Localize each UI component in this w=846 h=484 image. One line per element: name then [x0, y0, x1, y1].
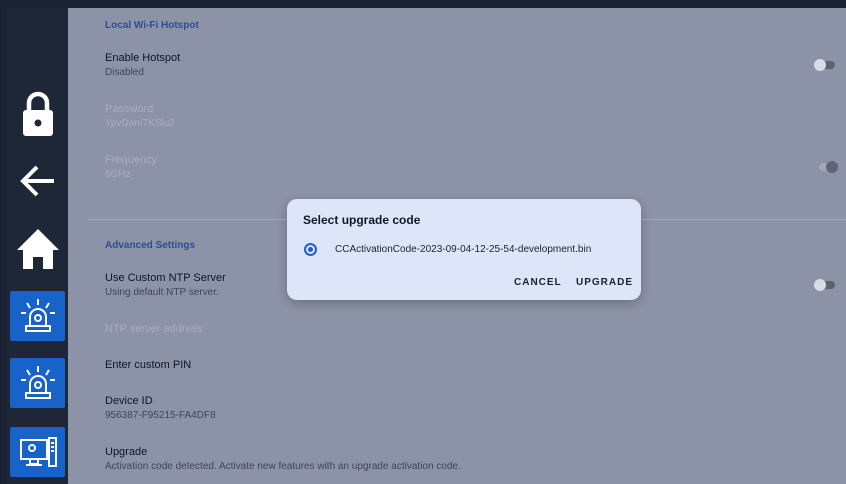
frequency-value: 5GHz: [105, 169, 131, 180]
password-title: Password: [105, 103, 154, 115]
enable-hotspot-title: Enable Hotspot: [105, 52, 181, 64]
device-id-value: 956387-F95215-FA4DF8: [105, 410, 216, 421]
custom-pin-title: Enter custom PIN: [105, 359, 192, 371]
upgrade-setting[interactable]: Upgrade Activation code detected. Activa…: [105, 446, 461, 472]
back-button[interactable]: [7, 156, 68, 206]
lock-icon: [22, 91, 53, 136]
ntp-setting[interactable]: Use Custom NTP Server Using default NTP …: [105, 272, 226, 298]
computer-monitor-icon: [19, 437, 57, 467]
upgrade-button[interactable]: UPGRADE: [576, 277, 633, 288]
code-option-radio[interactable]: [304, 243, 317, 256]
enable-hotspot-toggle[interactable]: [814, 59, 836, 71]
enable-hotspot-setting[interactable]: Enable Hotspot Disabled: [105, 52, 180, 78]
computer-button[interactable]: [10, 427, 65, 477]
ntp-toggle[interactable]: [814, 279, 836, 291]
password-setting: Password YpvDam7KSlu2: [105, 103, 175, 129]
upgrade-code-dialog: Select upgrade code CCActivationCode-202…: [287, 199, 641, 300]
alarm-button-1[interactable]: [10, 291, 65, 341]
custom-pin-setting[interactable]: Enter custom PIN: [105, 359, 191, 371]
upgrade-title: Upgrade: [105, 446, 148, 458]
dialog-title: Select upgrade code: [303, 213, 421, 227]
frequency-toggle: [816, 161, 838, 173]
home-icon: [16, 229, 59, 269]
back-arrow-icon: [19, 165, 54, 197]
frequency-setting: Frequency 5GHz: [105, 154, 157, 180]
sidebar: [7, 8, 68, 484]
home-button[interactable]: [7, 221, 68, 277]
enable-hotspot-value: Disabled: [105, 67, 144, 78]
upgrade-value: Activation code detected. Activate new f…: [105, 461, 461, 472]
frequency-title: Frequency: [105, 154, 157, 166]
alarm-beacon-icon: [20, 299, 55, 332]
ntp-address-setting: NTP server address: [105, 323, 203, 335]
password-value: YpvDam7KSlu2: [105, 118, 175, 129]
ntp-address-title: NTP server address: [105, 323, 203, 335]
cancel-button[interactable]: CANCEL: [514, 277, 562, 288]
alarm-beacon-icon: [20, 366, 55, 399]
advanced-section-header: Advanced Settings: [105, 240, 196, 251]
device-id-setting: Device ID 956387-F95215-FA4DF8: [105, 395, 216, 421]
alarm-button-2[interactable]: [10, 358, 65, 408]
hotspot-section-header: Local Wi-Fi Hotspot: [105, 20, 199, 31]
device-id-title: Device ID: [105, 395, 153, 407]
lock-button[interactable]: [7, 84, 68, 144]
ntp-title: Use Custom NTP Server: [105, 272, 226, 284]
code-option-label[interactable]: CCActivationCode-2023-09-04-12-25-54-dev…: [335, 244, 591, 255]
ntp-value: Using default NTP server.: [105, 287, 219, 298]
